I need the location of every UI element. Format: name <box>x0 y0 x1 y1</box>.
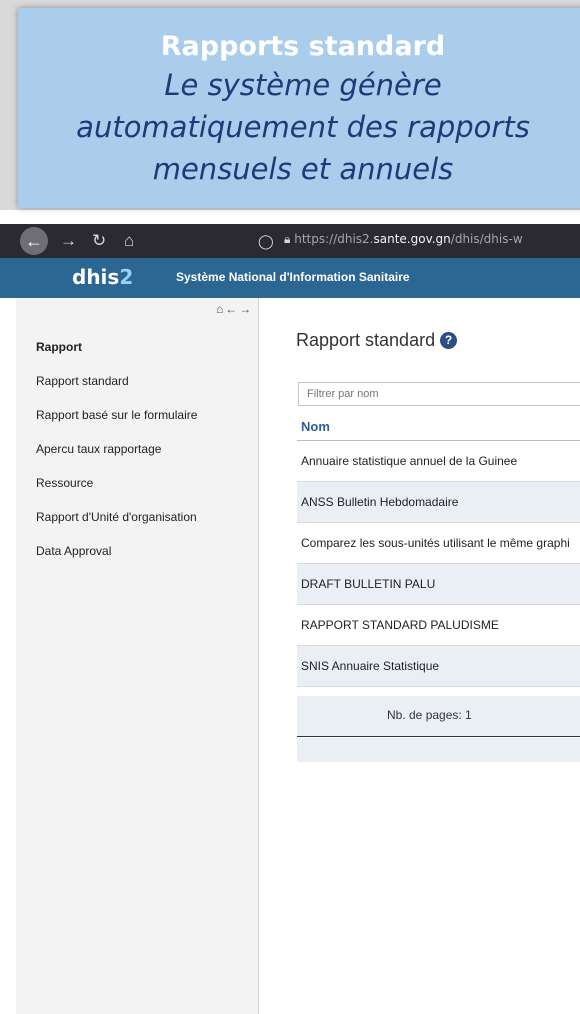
arrow-left-icon[interactable]: ← <box>225 302 239 316</box>
shield-icon[interactable]: ◯ <box>258 228 274 254</box>
page-title: Rapport standard? <box>296 330 458 351</box>
page-title-text: Rapport standard <box>296 330 436 350</box>
report-table: Nom Annuaire statistique annuel de la Gu… <box>297 414 580 687</box>
table-row[interactable]: RAPPORT STANDARD PALUDISME <box>297 605 580 646</box>
filter-input[interactable] <box>298 382 580 406</box>
url-bar[interactable]: 🔒︎ https://dhis2.sante.gov.gn/dhis/dhis-… <box>284 232 523 247</box>
home-icon[interactable]: ⌂ <box>124 228 134 254</box>
menu-item-rapport-standard[interactable]: Rapport standard <box>36 374 129 388</box>
logo-number: 2 <box>119 265 134 289</box>
table-row[interactable]: Annuaire statistique annuel de la Guinee <box>297 441 580 482</box>
column-header-nom[interactable]: Nom <box>297 414 580 441</box>
arrow-right-icon[interactable]: → <box>239 302 253 316</box>
caption-subtitle-line-3: mensuels et annuels <box>152 152 454 186</box>
forward-icon[interactable]: → <box>60 228 77 254</box>
pagination-footer <box>297 738 580 762</box>
menu-item-apercu-taux[interactable]: Apercu taux rapportage <box>36 442 161 456</box>
menu-heading-rapport: Rapport <box>36 340 82 354</box>
caption-subtitle-line-1: Le système génère <box>164 68 442 102</box>
pagination-bar: Nb. de pages: 1 <box>297 696 580 737</box>
app-title: Système National d'Information Sanitaire <box>176 270 410 284</box>
caption-box: Rapports standard Le système génère auto… <box>18 8 580 208</box>
browser-toolbar: ← → ↻ ⌂ ◯ 🔒︎ https://dhis2.sante.gov.gn/… <box>0 224 580 258</box>
table-row[interactable]: SNIS Annuaire Statistique <box>297 646 580 687</box>
menu-item-data-approval[interactable]: Data Approval <box>36 544 111 558</box>
caption-title: Rapports standard <box>160 31 446 62</box>
table-row[interactable]: Comparez les sous-unités utilisant le mê… <box>297 523 580 564</box>
logo-text: dhis <box>72 265 120 289</box>
url-path: /dhis/dhis-w <box>450 232 523 246</box>
lock-icon: 🔒︎ <box>284 232 291 246</box>
table-row[interactable]: DRAFT BULLETIN PALU <box>297 564 580 605</box>
menu-item-rapport-formulaire[interactable]: Rapport basé sur le formulaire <box>36 408 197 422</box>
menu-item-ressource[interactable]: Ressource <box>36 476 93 490</box>
caption-banner: Rapports standard Le système génère auto… <box>0 0 580 210</box>
caption-subtitle-line-2: automatiquement des rapports <box>76 110 530 144</box>
left-menu: ⌂←→ Rapport Rapport standard Rapport bas… <box>16 298 259 1014</box>
url-domain: sante.gov.gn <box>373 232 451 246</box>
page-count: Nb. de pages: 1 <box>387 708 472 722</box>
url-prefix: https://dhis2. <box>294 232 374 246</box>
app-header: dhis2 Système National d'Information San… <box>0 258 580 298</box>
dhis2-logo[interactable]: dhis2 <box>72 265 133 289</box>
back-icon[interactable]: ← <box>20 227 48 255</box>
menu-nav-controls: ⌂←→ <box>216 302 253 316</box>
help-icon[interactable]: ? <box>440 332 458 349</box>
reload-icon[interactable]: ↻ <box>92 228 106 254</box>
table-row[interactable]: ANSS Bulletin Hebdomadaire <box>297 482 580 523</box>
menu-item-unite-organisation[interactable]: Rapport d'Unité d'organisation <box>36 510 197 524</box>
home-icon[interactable]: ⌂ <box>216 302 225 316</box>
